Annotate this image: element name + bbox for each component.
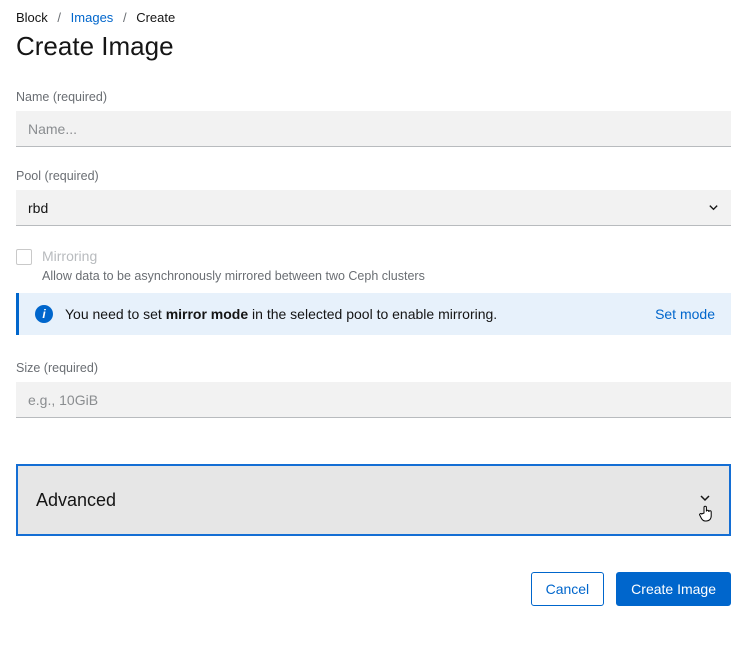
chevron-down-icon [699, 491, 711, 509]
size-label: Size (required) [16, 361, 731, 375]
pool-selected-value: rbd [28, 200, 48, 216]
info-text: You need to set mirror mode in the selec… [65, 306, 643, 322]
chevron-down-icon [708, 200, 719, 216]
info-icon: i [35, 305, 53, 323]
breadcrumb-sep: / [123, 10, 127, 25]
pool-select[interactable]: rbd [16, 190, 731, 226]
name-label: Name (required) [16, 90, 731, 104]
mirror-mode-info-banner: i You need to set mirror mode in the sel… [16, 293, 731, 335]
cancel-button[interactable]: Cancel [531, 572, 605, 606]
field-name: Name (required) [16, 90, 731, 147]
advanced-toggle[interactable]: Advanced [16, 464, 731, 536]
mirroring-checkbox[interactable] [16, 249, 32, 265]
breadcrumb: Block / Images / Create [16, 10, 731, 25]
size-input[interactable] [16, 382, 731, 418]
mirroring-label: Mirroring [42, 248, 97, 264]
set-mode-link[interactable]: Set mode [655, 306, 715, 322]
mirroring-description: Allow data to be asynchronously mirrored… [42, 269, 731, 283]
field-mirroring: Mirroring Allow data to be asynchronousl… [16, 248, 731, 283]
page-title: Create Image [16, 31, 731, 62]
name-input[interactable] [16, 111, 731, 147]
pool-label: Pool (required) [16, 169, 731, 183]
breadcrumb-create: Create [136, 10, 175, 25]
advanced-title: Advanced [36, 490, 116, 511]
field-pool: Pool (required) rbd [16, 169, 731, 226]
breadcrumb-sep: / [57, 10, 61, 25]
create-image-button[interactable]: Create Image [616, 572, 731, 606]
form-actions: Cancel Create Image [16, 572, 731, 606]
field-size: Size (required) [16, 361, 731, 418]
breadcrumb-block[interactable]: Block [16, 10, 48, 25]
breadcrumb-images[interactable]: Images [71, 10, 114, 25]
